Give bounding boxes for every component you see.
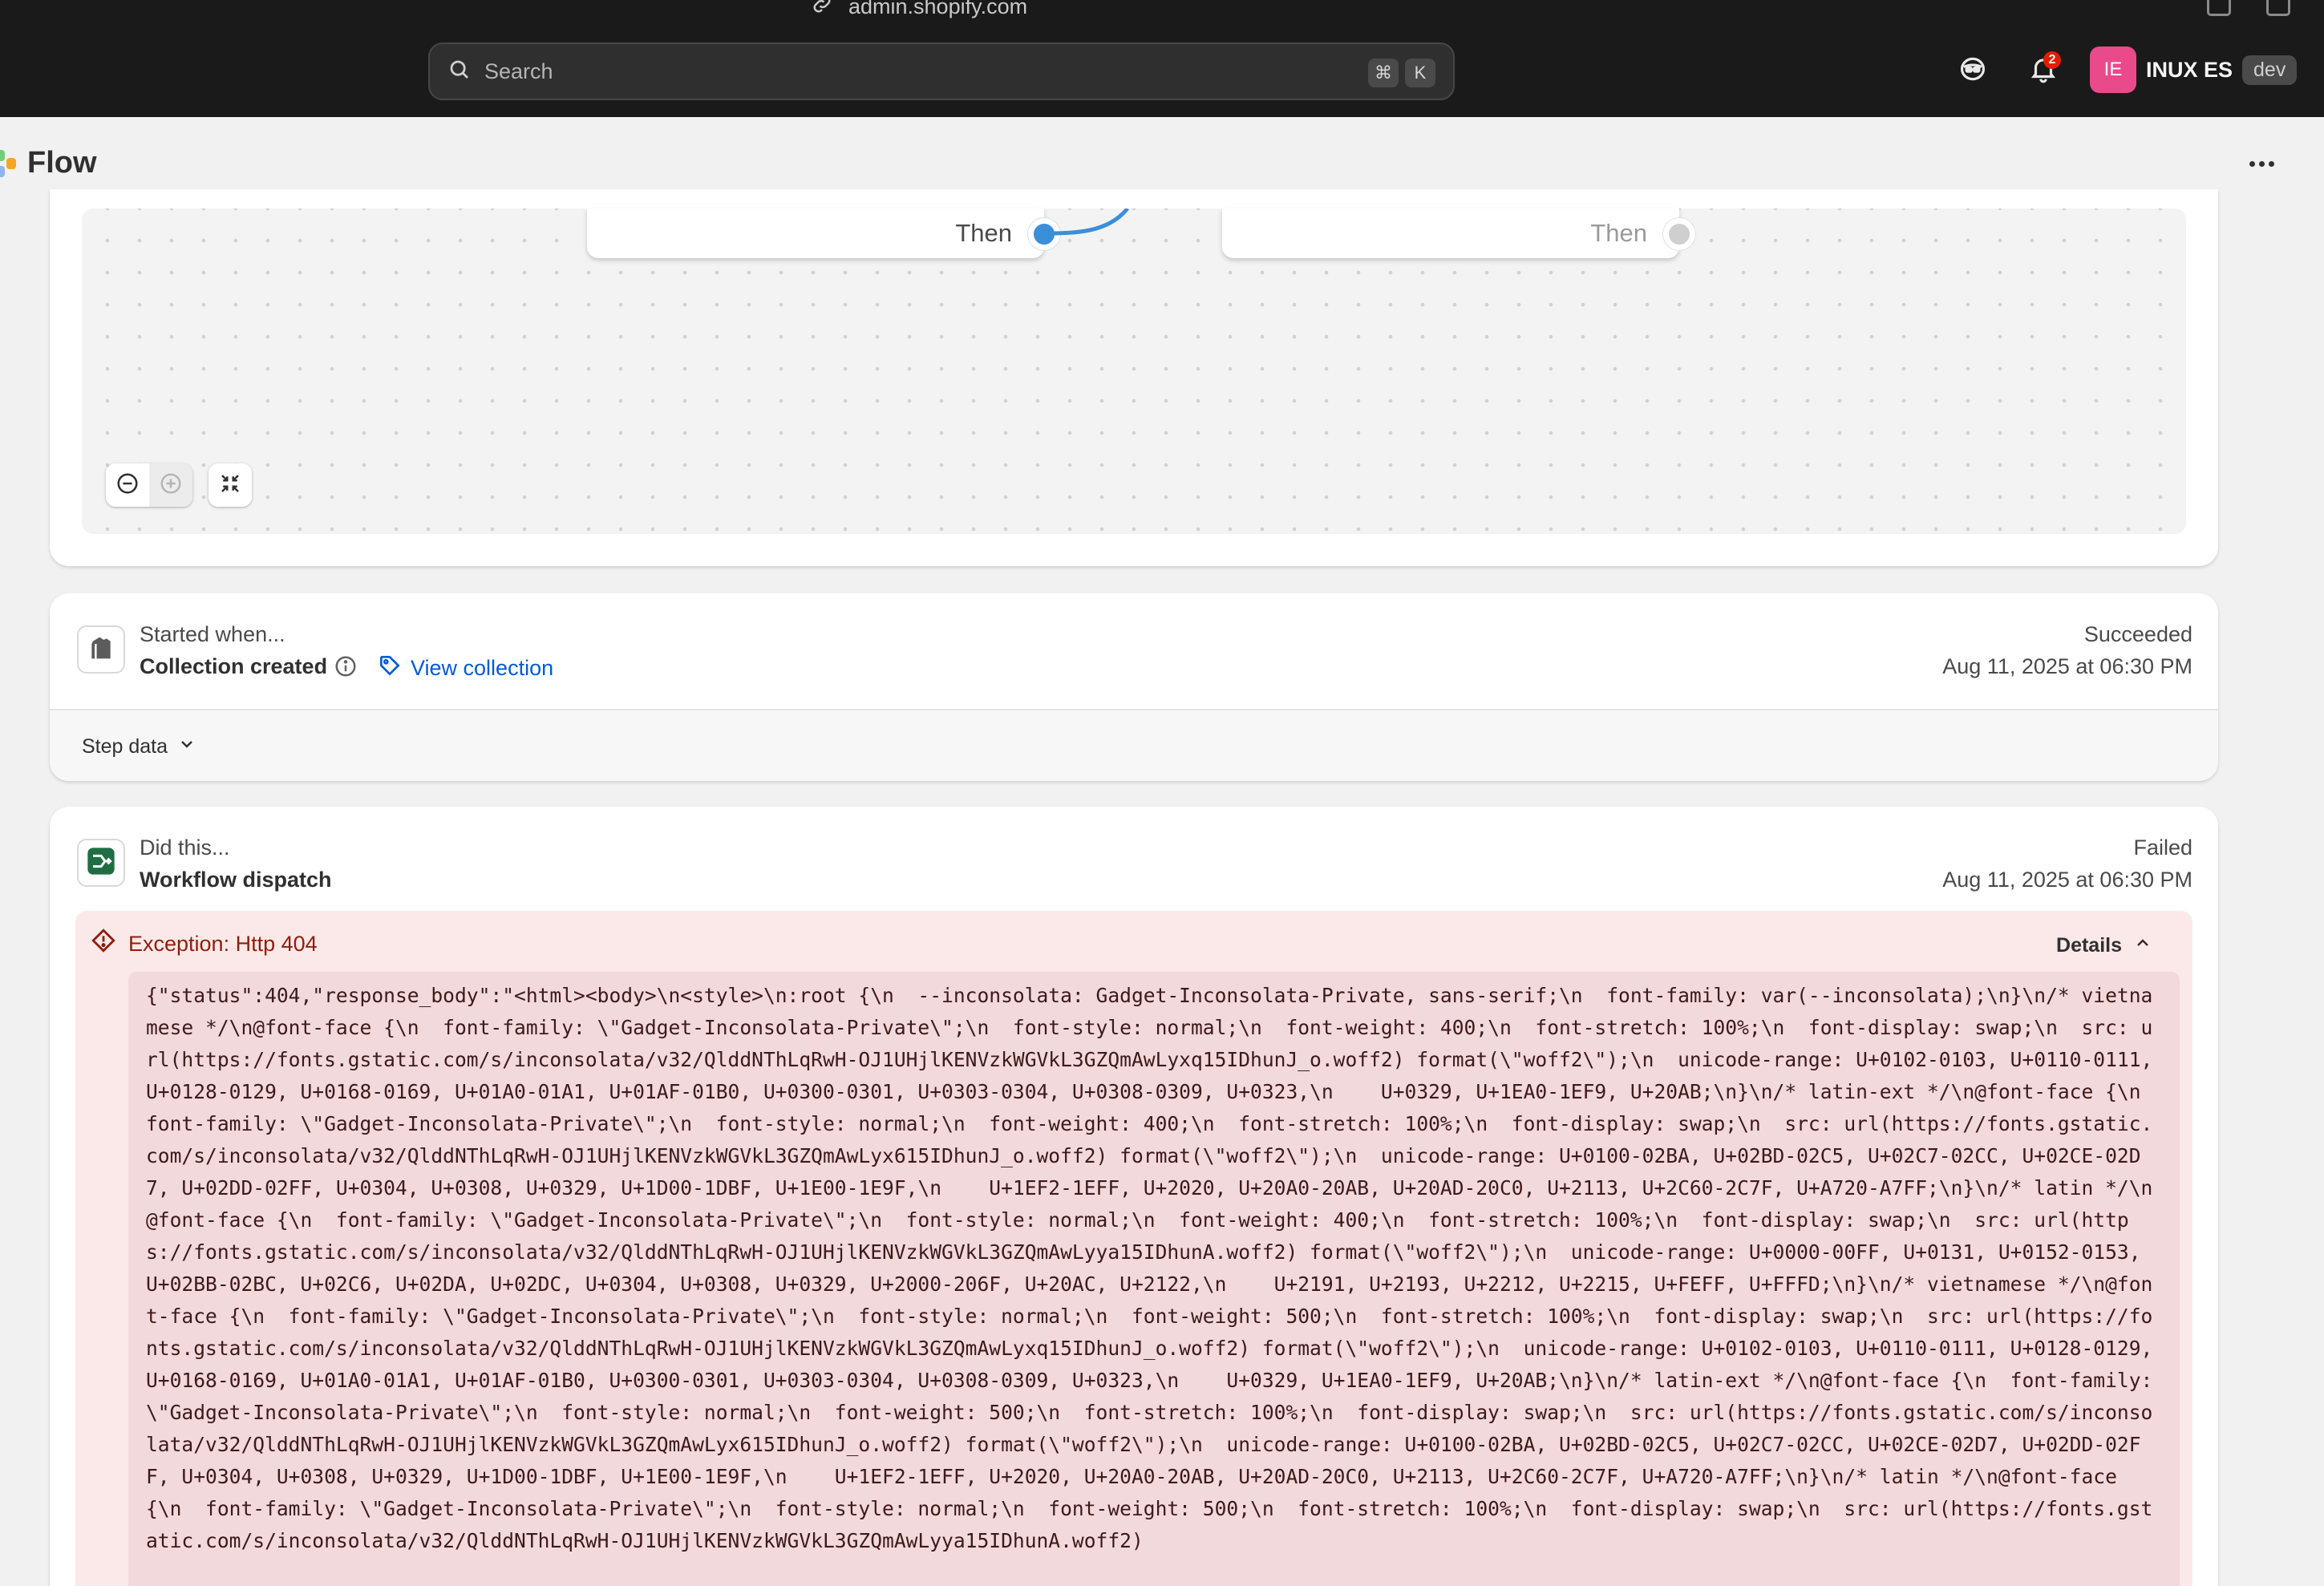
workflow-canvas-card: Then Then: [50, 189, 2218, 566]
workflow-node[interactable]: Then: [1222, 208, 1679, 258]
connector-line: [1044, 208, 1129, 236]
app-title: Flow: [27, 146, 97, 180]
step-data-toggle[interactable]: Step data: [82, 734, 196, 759]
node-output-label: Then: [955, 219, 1012, 247]
workflow-node[interactable]: Then: [587, 208, 1044, 258]
more-dot: [2268, 160, 2274, 167]
action-step-card: Did this... Workflow dispatch Failed Aug…: [50, 807, 2218, 1586]
shortcut-key-cmd: ⌘: [1368, 59, 1399, 87]
info-icon[interactable]: [334, 654, 358, 678]
zoom-controls: [106, 463, 192, 507]
workflow-dispatch-icon: [85, 845, 117, 881]
trigger-step-icon-wrap: [77, 625, 125, 674]
details-toggle[interactable]: Details: [2056, 933, 2152, 958]
view-collection-link[interactable]: View collection: [377, 653, 553, 684]
zoom-in-button[interactable]: [149, 463, 192, 507]
store-name: INUX ES: [2146, 57, 2233, 82]
action-time: Aug 11, 2025 at 06:30 PM: [1942, 868, 2192, 892]
fit-view-control: [209, 463, 252, 507]
step-data-section: Step data: [50, 709, 2218, 781]
trigger-kicker: Started when...: [140, 622, 285, 646]
action-step-icon-wrap: [77, 839, 125, 887]
env-badge: dev: [2242, 55, 2298, 85]
more-actions-button[interactable]: [2242, 148, 2281, 180]
browser-strip: admin.shopify.com: [0, 0, 2324, 22]
flow-app-icon: [0, 148, 18, 179]
search-placeholder: Search: [484, 59, 553, 83]
trigger-step-card: Started when... Collection created View …: [50, 593, 2218, 781]
search-icon: [447, 58, 472, 86]
chevron-down-icon: [177, 734, 196, 759]
notification-count-badge: 2: [2043, 51, 2061, 69]
link-icon: [810, 0, 834, 22]
exception-title: Exception: Http 404: [128, 932, 318, 956]
canvas-controls: [106, 463, 252, 507]
more-dot: [2249, 160, 2255, 167]
sidebar-toggle-icon[interactable]: [2266, 0, 2290, 16]
more-dot: [2258, 160, 2265, 167]
zoom-out-button[interactable]: [106, 463, 149, 507]
zoom-in-icon: [159, 471, 183, 500]
collection-tag-icon: [377, 653, 403, 684]
details-label: Details: [2056, 934, 2122, 957]
browser-url[interactable]: admin.shopify.com: [810, 0, 1027, 22]
node-connector-empty[interactable]: [1663, 218, 1695, 250]
view-collection-label: View collection: [411, 656, 554, 680]
trigger-title: Collection created: [140, 654, 328, 678]
shortcut-key-k: K: [1405, 59, 1435, 87]
fit-view-button[interactable]: [209, 463, 252, 507]
search-input[interactable]: Search ⌘ K: [428, 42, 1455, 100]
chevron-up-icon: [2133, 933, 2152, 958]
action-title: Workflow dispatch: [140, 868, 332, 892]
admin-topbar: Search ⌘ K 2 IE INUX ES dev: [0, 22, 2324, 117]
collection-icon: [85, 632, 117, 668]
node-output-label: Then: [1590, 219, 1647, 247]
action-kicker: Did this...: [140, 835, 230, 860]
sidekick-icon: [1958, 54, 1988, 88]
step-data-label: Step data: [82, 735, 168, 758]
trigger-status: Succeeded: [2083, 622, 2192, 646]
workflow-canvas[interactable]: Then Then: [82, 208, 2186, 534]
exception-body[interactable]: {"status":404,"response_body":"<html><bo…: [128, 972, 2180, 1586]
action-status: Failed: [2133, 835, 2192, 860]
trigger-time: Aug 11, 2025 at 06:30 PM: [1942, 654, 2192, 678]
exception-banner: Exception: Http 404 Details {"status":40…: [75, 911, 2192, 1586]
account-menu[interactable]: IE INUX ES dev: [2090, 47, 2298, 93]
tab-overview-icon[interactable]: [2207, 0, 2231, 16]
fit-view-icon: [218, 471, 242, 500]
avatar: IE: [2090, 47, 2136, 93]
zoom-out-icon: [115, 471, 140, 500]
browser-url-text: admin.shopify.com: [848, 0, 1028, 18]
sidekick-button[interactable]: [1955, 53, 1990, 88]
search-shortcut: ⌘ K: [1368, 59, 1435, 87]
alert-diamond-icon: [90, 927, 117, 954]
